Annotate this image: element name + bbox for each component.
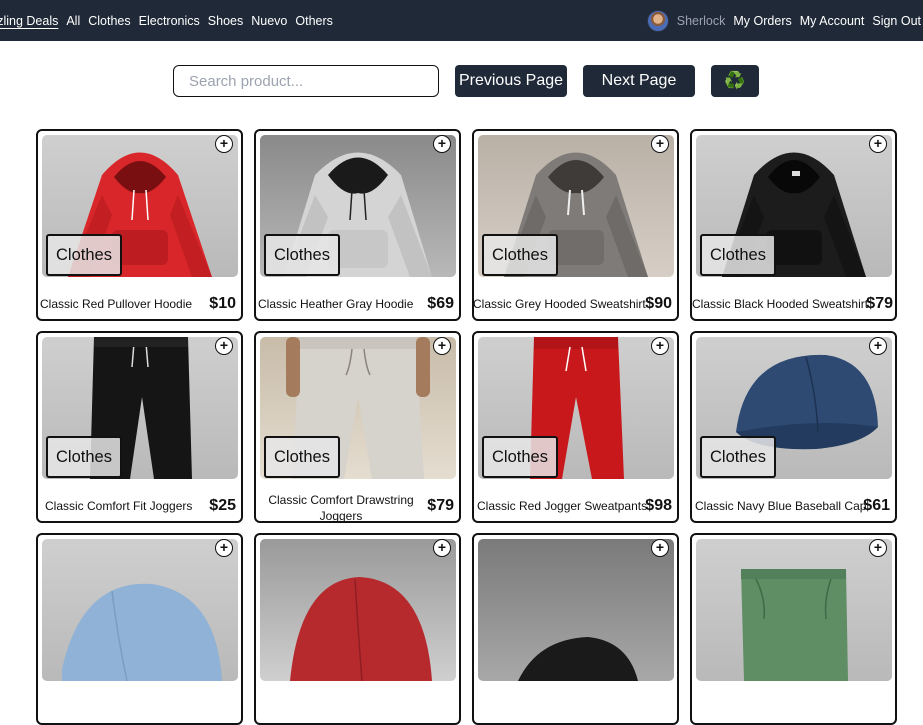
nav-right: Sherlock My Orders My Account Sign Out — [646, 0, 921, 41]
product-price: $61 — [863, 497, 890, 514]
category-badge: Clothes — [46, 436, 122, 478]
add-to-cart-button[interactable]: + — [215, 337, 233, 355]
user-name: Sherlock — [676, 13, 726, 28]
sign-out-link[interactable]: Sign Out — [872, 14, 921, 28]
category-badge: Clothes — [264, 234, 340, 276]
product-price: $90 — [645, 295, 672, 312]
product-card[interactable]: + Clothes Classic Comfort Drawstring Jog… — [254, 331, 461, 523]
product-card[interactable]: + Clothes Classic Grey Hooded Sweatshirt… — [472, 129, 679, 321]
brand-link[interactable]: azzling Deals — [0, 14, 58, 28]
product-image — [260, 539, 456, 681]
add-to-cart-button[interactable]: + — [651, 135, 669, 153]
product-price: $25 — [209, 497, 236, 514]
product-name: Classic Red Pullover Hoodie — [40, 297, 193, 311]
product-card[interactable]: + Clothes Classic Red Jogger Sweatpants … — [472, 331, 679, 523]
recycle-icon: ♻️ — [724, 71, 746, 90]
nav-link-all[interactable]: All — [66, 14, 80, 28]
reset-button[interactable]: ♻️ — [711, 65, 759, 97]
product-card[interactable]: + Clothes Classic Comfort Fit Joggers $2… — [36, 331, 243, 523]
add-to-cart-button[interactable]: + — [433, 135, 451, 153]
category-badge: Clothes — [46, 234, 122, 276]
my-account-link[interactable]: My Account — [800, 14, 865, 28]
add-to-cart-button[interactable]: + — [651, 337, 669, 355]
next-page-button[interactable]: Next Page — [583, 65, 695, 97]
add-to-cart-button[interactable]: + — [869, 337, 887, 355]
nav-link-clothes[interactable]: Clothes — [88, 14, 130, 28]
product-card[interactable]: + Clothes Classic Navy Blue Baseball Cap… — [690, 331, 897, 523]
product-card[interactable]: + — [254, 533, 461, 725]
product-name: Classic Navy Blue Baseball Cap — [695, 499, 867, 513]
product-image — [696, 539, 892, 681]
product-card[interactable]: + Clothes Classic Red Pullover Hoodie $1… — [36, 129, 243, 321]
top-navbar: azzling Deals All Clothes Electronics Sh… — [0, 0, 923, 41]
avatar — [646, 9, 669, 32]
search-input[interactable] — [173, 65, 439, 97]
nav-link-shoes[interactable]: Shoes — [208, 14, 243, 28]
nav-left: azzling Deals All Clothes Electronics Sh… — [0, 0, 341, 41]
product-controls: Previous Page Next Page ♻️ — [173, 65, 759, 97]
product-price: $10 — [209, 295, 236, 312]
category-badge: Clothes — [264, 436, 340, 478]
product-price: $69 — [427, 295, 454, 312]
product-name: Classic Comfort Fit Joggers — [45, 499, 193, 513]
add-to-cart-button[interactable]: + — [869, 539, 887, 557]
product-price: $98 — [645, 497, 672, 514]
nav-link-others[interactable]: Others — [295, 14, 333, 28]
product-card[interactable]: + — [690, 533, 897, 725]
category-badge: Clothes — [482, 234, 558, 276]
product-name: Classic Grey Hooded Sweatshirt — [473, 297, 646, 311]
category-badge: Clothes — [700, 436, 776, 478]
my-orders-link[interactable]: My Orders — [733, 14, 791, 28]
category-badge: Clothes — [700, 234, 776, 276]
product-grid: + Clothes Classic Red Pullover Hoodie $1… — [36, 129, 897, 725]
product-card[interactable]: + — [472, 533, 679, 725]
add-to-cart-button[interactable]: + — [433, 337, 451, 355]
product-name: Classic Black Hooded Sweatshirt — [692, 297, 869, 311]
add-to-cart-button[interactable]: + — [869, 135, 887, 153]
add-to-cart-button[interactable]: + — [215, 135, 233, 153]
product-name: Classic Comfort Drawstring Joggers — [268, 493, 414, 523]
product-card[interactable]: + — [36, 533, 243, 725]
category-badge: Clothes — [482, 436, 558, 478]
add-to-cart-button[interactable]: + — [651, 539, 669, 557]
product-price: $79 — [427, 497, 454, 514]
product-price: $79 — [866, 295, 893, 312]
product-name: Classic Heather Gray Hoodie — [258, 297, 414, 311]
product-name: Classic Red Jogger Sweatpants — [477, 499, 648, 513]
previous-page-button[interactable]: Previous Page — [455, 65, 567, 97]
product-card[interactable]: + Clothes Classic Heather Gray Hoodie $6… — [254, 129, 461, 321]
add-to-cart-button[interactable]: + — [215, 539, 233, 557]
product-image — [42, 539, 238, 681]
product-card[interactable]: + Clothes Classic Black Hooded Sweatshir… — [690, 129, 897, 321]
product-image — [478, 539, 674, 681]
add-to-cart-button[interactable]: + — [433, 539, 451, 557]
nav-link-nuevo[interactable]: Nuevo — [251, 14, 287, 28]
nav-link-electronics[interactable]: Electronics — [139, 14, 200, 28]
